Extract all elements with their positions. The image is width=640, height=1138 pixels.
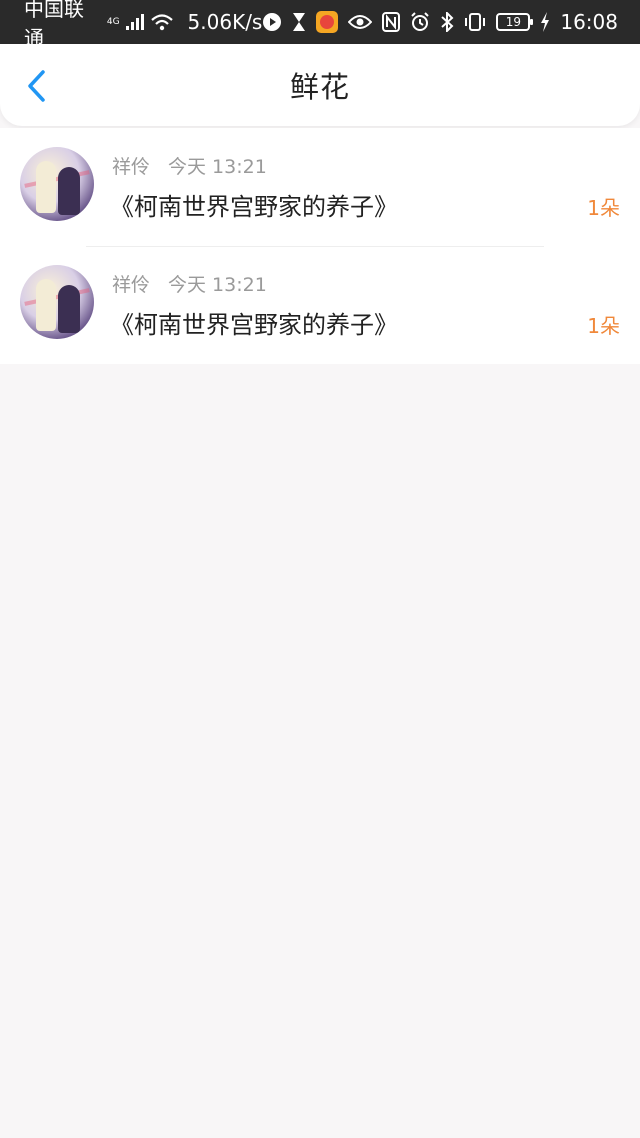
- hourglass-icon: [292, 12, 306, 32]
- status-right: 19 16:08: [262, 10, 618, 34]
- signal-icon: [125, 14, 144, 30]
- chevron-left-icon: [28, 70, 45, 102]
- list-item[interactable]: 祥伶 今天 13:21 《柯南世界宫野家的养子》 1朵: [0, 128, 640, 246]
- alarm-icon: [410, 12, 430, 32]
- charging-icon: [540, 12, 550, 32]
- username: 祥伶: [112, 274, 151, 296]
- app-notification-icon: [316, 11, 339, 33]
- bluetooth-icon: [440, 12, 454, 32]
- username: 祥伶: [112, 156, 151, 178]
- avatar[interactable]: [20, 147, 94, 221]
- play-icon: [262, 12, 282, 32]
- nfc-icon: [382, 12, 401, 32]
- status-bar: 中国联通 4G 5.06K/s 19 16:08: [0, 0, 640, 50]
- item-meta: 祥伶 今天 13:21: [112, 152, 267, 179]
- book-title[interactable]: 《柯南世界宫野家的养子》: [110, 305, 398, 340]
- avatar[interactable]: [20, 265, 94, 339]
- item-meta: 祥伶 今天 13:21: [112, 270, 267, 297]
- list-item[interactable]: 祥伶 今天 13:21 《柯南世界宫野家的养子》 1朵: [0, 246, 640, 364]
- vibrate-icon: [464, 12, 486, 32]
- header: 鲜花: [0, 44, 640, 126]
- timestamp: 今天 13:21: [168, 274, 267, 296]
- clock-label: 16:08: [560, 10, 618, 34]
- battery-icon: 19: [496, 13, 534, 31]
- flower-list: 祥伶 今天 13:21 《柯南世界宫野家的养子》 1朵 祥伶 今天 13:21 …: [0, 128, 640, 364]
- eye-icon: [348, 14, 373, 30]
- flower-count: 1朵: [587, 314, 620, 338]
- book-title[interactable]: 《柯南世界宫野家的养子》: [110, 187, 398, 222]
- wifi-icon: [150, 13, 174, 31]
- back-button[interactable]: [16, 66, 56, 106]
- network-type-label: 4G: [106, 17, 120, 27]
- page-title: 鲜花: [289, 70, 350, 104]
- flower-count: 1朵: [587, 196, 620, 220]
- network-speed-label: 5.06K/s: [187, 10, 263, 34]
- timestamp: 今天 13:21: [168, 156, 267, 178]
